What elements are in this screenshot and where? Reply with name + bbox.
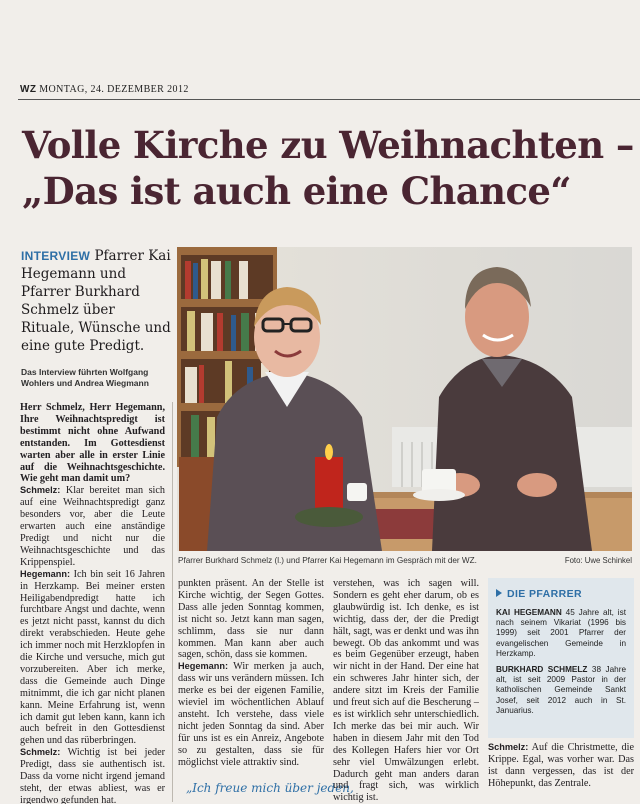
answer-text: Klar bereitet man sich auf eine Weihnach… bbox=[20, 485, 165, 568]
paragraph: Hegemann: Wir merken ja auch, dass wir u… bbox=[178, 661, 324, 768]
paragraph: Schmelz: Klar bereitet man sich auf eine… bbox=[20, 485, 165, 568]
caption-text: Pfarrer Burkhard Schmelz (l.) und Pfarre… bbox=[178, 556, 477, 565]
speaker-label: Schmelz: bbox=[20, 747, 61, 758]
photo-illustration bbox=[177, 247, 632, 551]
headline-line-2: „Das ist auch eine Chance“ bbox=[22, 169, 572, 213]
headline-line-1: Volle Kirche zu Weihnachten – bbox=[22, 123, 634, 167]
speaker-label: Schmelz: bbox=[20, 485, 61, 496]
headline: Volle Kirche zu Weihnachten – „Das ist a… bbox=[22, 122, 634, 214]
info-entry: KAI HEGEMANN 45 Jahre alt, ist nach sein… bbox=[488, 608, 634, 665]
answer-text: Wir merken ja auch, dass wir uns verände… bbox=[178, 661, 324, 768]
triangle-bullet-icon bbox=[496, 589, 502, 597]
question: Herr Schmelz, Herr Hegemann, Ihre Weihna… bbox=[20, 402, 165, 485]
speaker-label: Schmelz: bbox=[488, 742, 529, 752]
masthead: WZ MONTAG, 24. DEZEMBER 2012 bbox=[20, 84, 189, 95]
paragraph: punkten präsent. An der Stelle ist Kirch… bbox=[178, 578, 324, 661]
speaker-label: Hegemann: bbox=[178, 661, 229, 672]
teaser-kicker: INTERVIEW bbox=[21, 249, 91, 263]
issue-date: MONTAG, 24. DEZEMBER 2012 bbox=[39, 84, 189, 95]
paragraph: Herr Schmelz, Herr Hegemann, Ihre Weihna… bbox=[20, 402, 165, 485]
article-column-3: verstehen, was ich sagen will. Sondern e… bbox=[333, 578, 479, 804]
info-entry: BURKHARD SCHMELZ 38 Jahre alt, ist seit … bbox=[488, 665, 634, 722]
interview-photo bbox=[177, 247, 632, 551]
paragraph: Schmelz: Wichtig ist bei jeder Predigt, … bbox=[20, 747, 165, 804]
teaser-text: Pfarrer Kai Hegemann und Pfarrer Burkhar… bbox=[21, 248, 171, 354]
byline: Das Interview führten Wolfgang Wohlers u… bbox=[21, 367, 149, 388]
column-rule bbox=[172, 402, 173, 802]
speaker-label: Hegemann: bbox=[20, 568, 71, 579]
paragraph: verstehen, was ich sagen will. Sondern e… bbox=[333, 578, 479, 804]
info-box-pfarrer: DIE PFARRER KAI HEGEMANN 45 Jahre alt, i… bbox=[488, 578, 634, 738]
pull-quote: „Ich freue mich über jeden, bbox=[186, 781, 354, 795]
answer-text: verstehen, was ich sagen will. Sondern e… bbox=[333, 578, 479, 804]
paragraph: Hegemann: Ich bin seit 16 Jahren in Herz… bbox=[20, 569, 165, 748]
info-box-title: DIE PFARRER bbox=[488, 578, 634, 608]
newspaper-page: WZ MONTAG, 24. DEZEMBER 2012 Volle Kirch… bbox=[0, 0, 640, 804]
photo-credit: Foto: Uwe Schinkel bbox=[564, 556, 632, 565]
masthead-rule bbox=[18, 99, 640, 100]
paragraph: Schmelz: Auf die Christmette, die Krippe… bbox=[488, 742, 634, 790]
answer-text: punkten präsent. An der Stelle ist Kirch… bbox=[178, 578, 324, 661]
info-entry-name: BURKHARD SCHMELZ bbox=[496, 665, 588, 675]
paper-name: WZ bbox=[20, 84, 37, 95]
teaser: INTERVIEW Pfarrer Kai Hegemann und Pfarr… bbox=[21, 247, 171, 355]
info-entry-name: KAI HEGEMANN bbox=[496, 608, 562, 617]
answer-text: Ich bin seit 16 Jahren in Herzkamp. Bei … bbox=[20, 568, 165, 747]
photo-caption: Pfarrer Burkhard Schmelz (l.) und Pfarre… bbox=[178, 556, 632, 565]
article-column-2: punkten präsent. An der Stelle ist Kirch… bbox=[178, 578, 324, 804]
article-column-4: Schmelz: Auf die Christmette, die Krippe… bbox=[488, 742, 634, 804]
article-column-1: Herr Schmelz, Herr Hegemann, Ihre Weihna… bbox=[20, 402, 165, 804]
